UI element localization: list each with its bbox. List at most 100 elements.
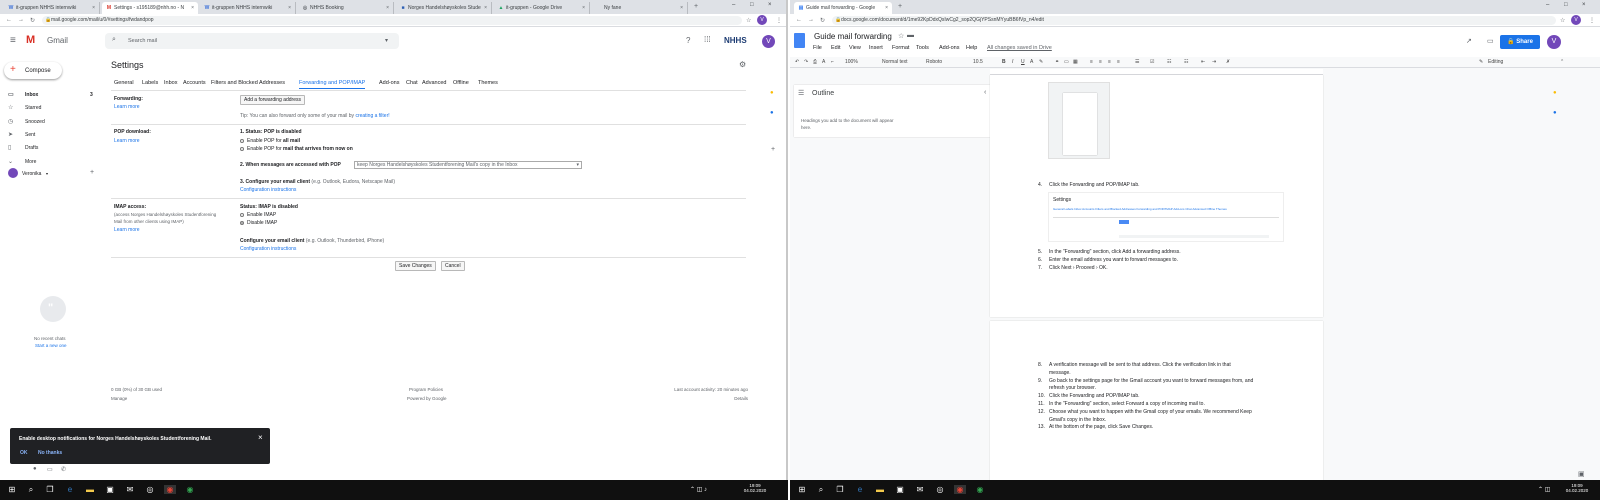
settings-tab[interactable]: Advanced <box>422 80 446 86</box>
reload-icon[interactable]: ↻ <box>820 17 825 24</box>
explore-icon[interactable]: ▣ <box>1578 470 1585 478</box>
file-explorer-icon[interactable]: ▬ <box>84 485 96 494</box>
bulleted-list-icon[interactable]: ☷ <box>1184 59 1188 65</box>
menu-dots-icon[interactable]: ⋮ <box>1589 17 1595 24</box>
forwarding-learn-more-link[interactable]: Learn more <box>114 104 140 110</box>
sidebar-item-drafts[interactable]: ▯ Drafts <box>8 144 96 154</box>
sidebar-item-snoozed[interactable]: ◷ Snoozed <box>8 118 96 128</box>
close-tab-icon[interactable]: × <box>191 5 194 11</box>
pop-learn-more-link[interactable]: Learn more <box>114 138 140 144</box>
keep-icon[interactable]: ● <box>1553 90 1557 96</box>
close-window-icon[interactable]: × <box>1582 2 1586 8</box>
back-icon[interactable]: ← <box>6 17 12 23</box>
close-tab-icon[interactable]: × <box>885 5 888 11</box>
keep-icon[interactable]: ● <box>770 90 774 96</box>
collapse-icon[interactable]: ⌃ <box>1560 59 1564 65</box>
close-tab-icon[interactable]: × <box>680 5 683 11</box>
create-filter-link[interactable]: creating a filter! <box>355 113 389 119</box>
chrome-icon[interactable]: ◉ <box>974 485 986 494</box>
settings-tab[interactable]: Offline <box>453 80 469 86</box>
task-view-icon[interactable]: ❐ <box>834 485 846 494</box>
comment-icon[interactable]: ▭ <box>1487 37 1494 45</box>
system-tray-icons[interactable]: ⌃ ◫ ♪ <box>690 486 707 493</box>
search-options-icon[interactable]: ▾ <box>385 37 388 44</box>
maximize-icon[interactable]: □ <box>1564 2 1568 8</box>
screenshot-image-thumbnail[interactable] <box>1048 82 1110 159</box>
activity-trend-icon[interactable]: ↗ <box>1466 37 1472 45</box>
hangouts-user[interactable]: Veronika ▾ + <box>8 168 106 180</box>
browser-tab[interactable]: Ny fane × <box>592 2 688 14</box>
chat-icon[interactable]: ▭ <box>47 466 53 473</box>
browser-tab[interactable]: Wit-gruppen NHHS internwiki × <box>4 2 100 14</box>
add-chat-icon[interactable]: + <box>90 169 94 176</box>
align-left-icon[interactable]: ≡ <box>1090 59 1093 65</box>
bold-icon[interactable]: B <box>1002 59 1006 65</box>
add-addon-icon[interactable]: + <box>771 146 775 153</box>
close-tab-icon[interactable]: × <box>582 5 585 11</box>
taskbar-clock[interactable]: 19:09 04.02.2020 <box>740 483 770 493</box>
justify-icon[interactable]: ≡ <box>1117 59 1120 65</box>
search-icon[interactable]: ⌕ <box>112 36 116 44</box>
settings-tab[interactable]: Accounts <box>183 80 206 86</box>
radio-icon[interactable] <box>240 146 244 151</box>
redo-icon[interactable]: ↷ <box>804 59 808 65</box>
editing-mode-select[interactable]: Editing <box>1488 59 1503 65</box>
menu-format[interactable]: Format <box>892 45 909 51</box>
browser-tab[interactable]: ■ Norges Handelshøyskoles Stude × <box>396 2 492 14</box>
underline-icon[interactable]: U <box>1021 59 1025 65</box>
undo-icon[interactable]: ↶ <box>795 59 799 65</box>
menu-insert[interactable]: Insert <box>869 45 883 51</box>
menu-edit[interactable]: Edit <box>831 45 840 51</box>
app-icon[interactable]: ◎ <box>934 485 946 494</box>
close-tab-icon[interactable]: × <box>386 5 389 11</box>
task-view-icon[interactable]: ❐ <box>44 485 56 494</box>
close-window-icon[interactable]: × <box>768 2 772 8</box>
imap-disable-option[interactable]: Disable IMAP <box>240 220 277 226</box>
account-avatar[interactable]: V <box>762 35 775 48</box>
highlight-icon[interactable]: ✎ <box>1039 59 1043 65</box>
maximize-icon[interactable]: □ <box>750 2 754 8</box>
menu-view[interactable]: View <box>849 45 861 51</box>
mail-icon[interactable]: ✉ <box>124 485 136 494</box>
image-icon[interactable]: ▦ <box>1073 59 1078 65</box>
url-field[interactable]: 🔒 mail.google.com/mail/u/0/#settings/fwd… <box>42 16 742 25</box>
close-outline-icon[interactable]: ‹ <box>984 89 986 96</box>
star-bookmark-icon[interactable]: ☆ <box>746 17 751 24</box>
menu-help[interactable]: Help <box>966 45 977 51</box>
app-icon[interactable]: ◎ <box>144 485 156 494</box>
star-icon[interactable]: ☆ <box>898 32 904 40</box>
url-field[interactable]: 🔒 docs.google.com/document/d/1me92KpDdxQ… <box>832 16 1556 25</box>
italic-icon[interactable]: I <box>1012 59 1013 65</box>
windows-start-icon[interactable]: ⊞ <box>796 485 808 494</box>
line-spacing-icon[interactable]: ☰ <box>1135 59 1139 65</box>
increase-indent-icon[interactable]: ⇥ <box>1212 59 1216 65</box>
folder-icon[interactable]: ▬ <box>907 32 914 39</box>
pop-option-new[interactable]: Enable POP for mail that arrives from no… <box>240 146 353 152</box>
clear-format-icon[interactable]: ✗ <box>1226 59 1230 65</box>
notification-ok-button[interactable]: OK <box>20 450 28 456</box>
settings-tab[interactable]: Themes <box>478 80 498 86</box>
forward-icon[interactable]: → <box>808 17 814 23</box>
close-tab-icon[interactable]: × <box>288 5 291 11</box>
chrome-icon[interactable]: ◉ <box>164 485 176 494</box>
browser-profile-avatar[interactable]: V <box>757 15 767 25</box>
person-icon[interactable]: ● <box>33 466 37 472</box>
new-tab-icon[interactable]: + <box>898 3 902 10</box>
add-forwarding-address-button[interactable]: Add a forwarding address <box>240 95 305 105</box>
account-avatar[interactable]: V <box>1547 35 1561 49</box>
radio-icon[interactable] <box>240 138 244 143</box>
pop-config-instructions-link[interactable]: Configuration instructions <box>240 187 296 193</box>
back-icon[interactable]: ← <box>796 17 802 23</box>
style-select[interactable]: Normal text <box>882 59 908 65</box>
chrome-icon[interactable]: ◉ <box>954 485 966 494</box>
forward-icon[interactable]: → <box>18 17 24 23</box>
zoom-select[interactable]: 100% <box>845 59 858 65</box>
apps-grid-icon[interactable]: ⁞⁞⁞ <box>704 35 711 44</box>
start-new-chat-link[interactable]: Start a new one <box>35 343 67 348</box>
align-right-icon[interactable]: ≡ <box>1108 59 1111 65</box>
manage-storage-link[interactable]: Manage <box>111 396 127 401</box>
search-icon[interactable]: ⌕ <box>25 485 37 495</box>
share-button[interactable]: 🔒 Share <box>1500 35 1540 49</box>
comment-add-icon[interactable]: ▭ <box>1064 59 1069 65</box>
search-input[interactable]: ⌕ Search mail ▾ <box>105 33 399 49</box>
